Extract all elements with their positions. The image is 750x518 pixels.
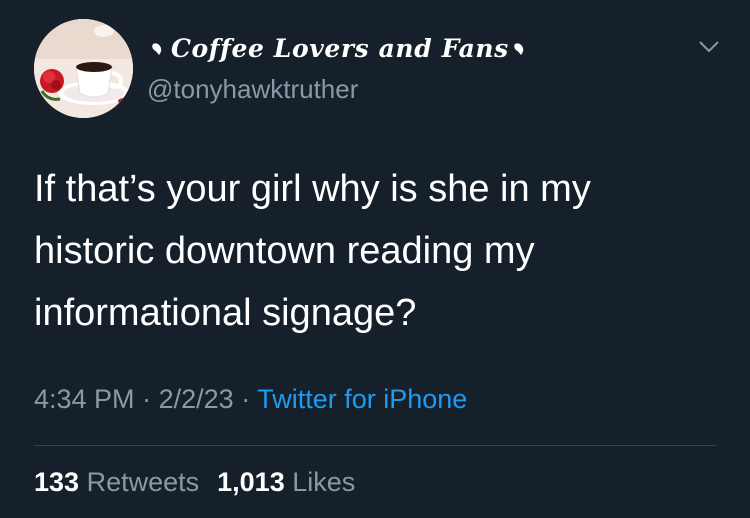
tweet-stats: 133 Retweets 1,013 Likes (34, 467, 355, 498)
meta-separator: · (142, 384, 152, 414)
display-name-text: Coffee Lovers and Fans (171, 34, 509, 63)
likes-label: Likes (292, 467, 356, 497)
tweet-date[interactable]: 2/2/23 (159, 384, 234, 414)
heart-arrow-icon (514, 42, 524, 55)
meta-separator: · (241, 384, 251, 414)
display-name[interactable]: Coffee Lovers and Fans (147, 34, 533, 63)
coffee-cup-rose-avatar (34, 19, 133, 118)
divider (34, 445, 716, 446)
likes-count: 1,013 (217, 467, 285, 497)
tweet-text: If that’s your girl why is she in my his… (34, 168, 591, 334)
chevron-down-icon[interactable] (698, 40, 720, 54)
tweet-meta: 4:34 PM · 2/2/23 · Twitter for iPhone (34, 384, 467, 415)
retweets-count: 133 (34, 467, 80, 497)
tweet-source-link[interactable]: Twitter for iPhone (257, 384, 467, 414)
heart-arrow-icon (152, 42, 162, 55)
user-handle[interactable]: @tonyhawktruther (147, 74, 358, 105)
tweet-time[interactable]: 4:34 PM (34, 384, 135, 414)
retweets-stat[interactable]: 133 Retweets (34, 467, 199, 497)
retweets-label: Retweets (86, 467, 200, 497)
avatar[interactable] (34, 19, 133, 118)
likes-stat[interactable]: 1,013 Likes (217, 467, 355, 497)
